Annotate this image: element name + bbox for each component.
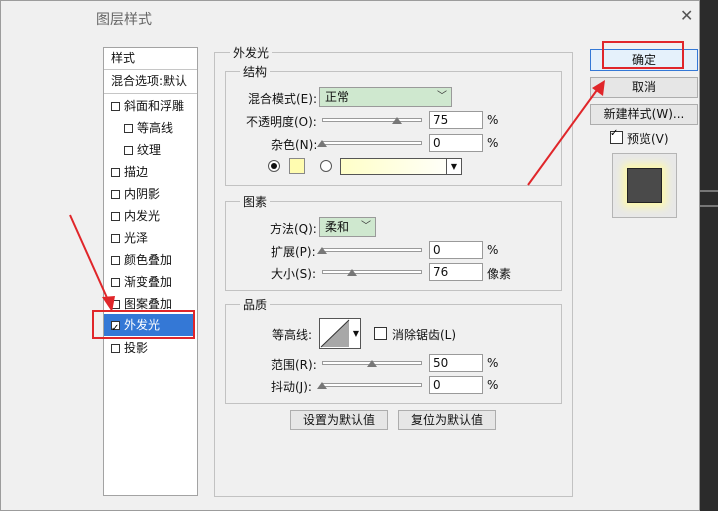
annotation-arrow-left <box>69 214 109 301</box>
annotation-arrows <box>69 80 605 312</box>
background-panel-edge <box>700 0 718 511</box>
annotation-arrowhead <box>102 296 115 312</box>
annotation-arrow-right <box>527 89 598 186</box>
